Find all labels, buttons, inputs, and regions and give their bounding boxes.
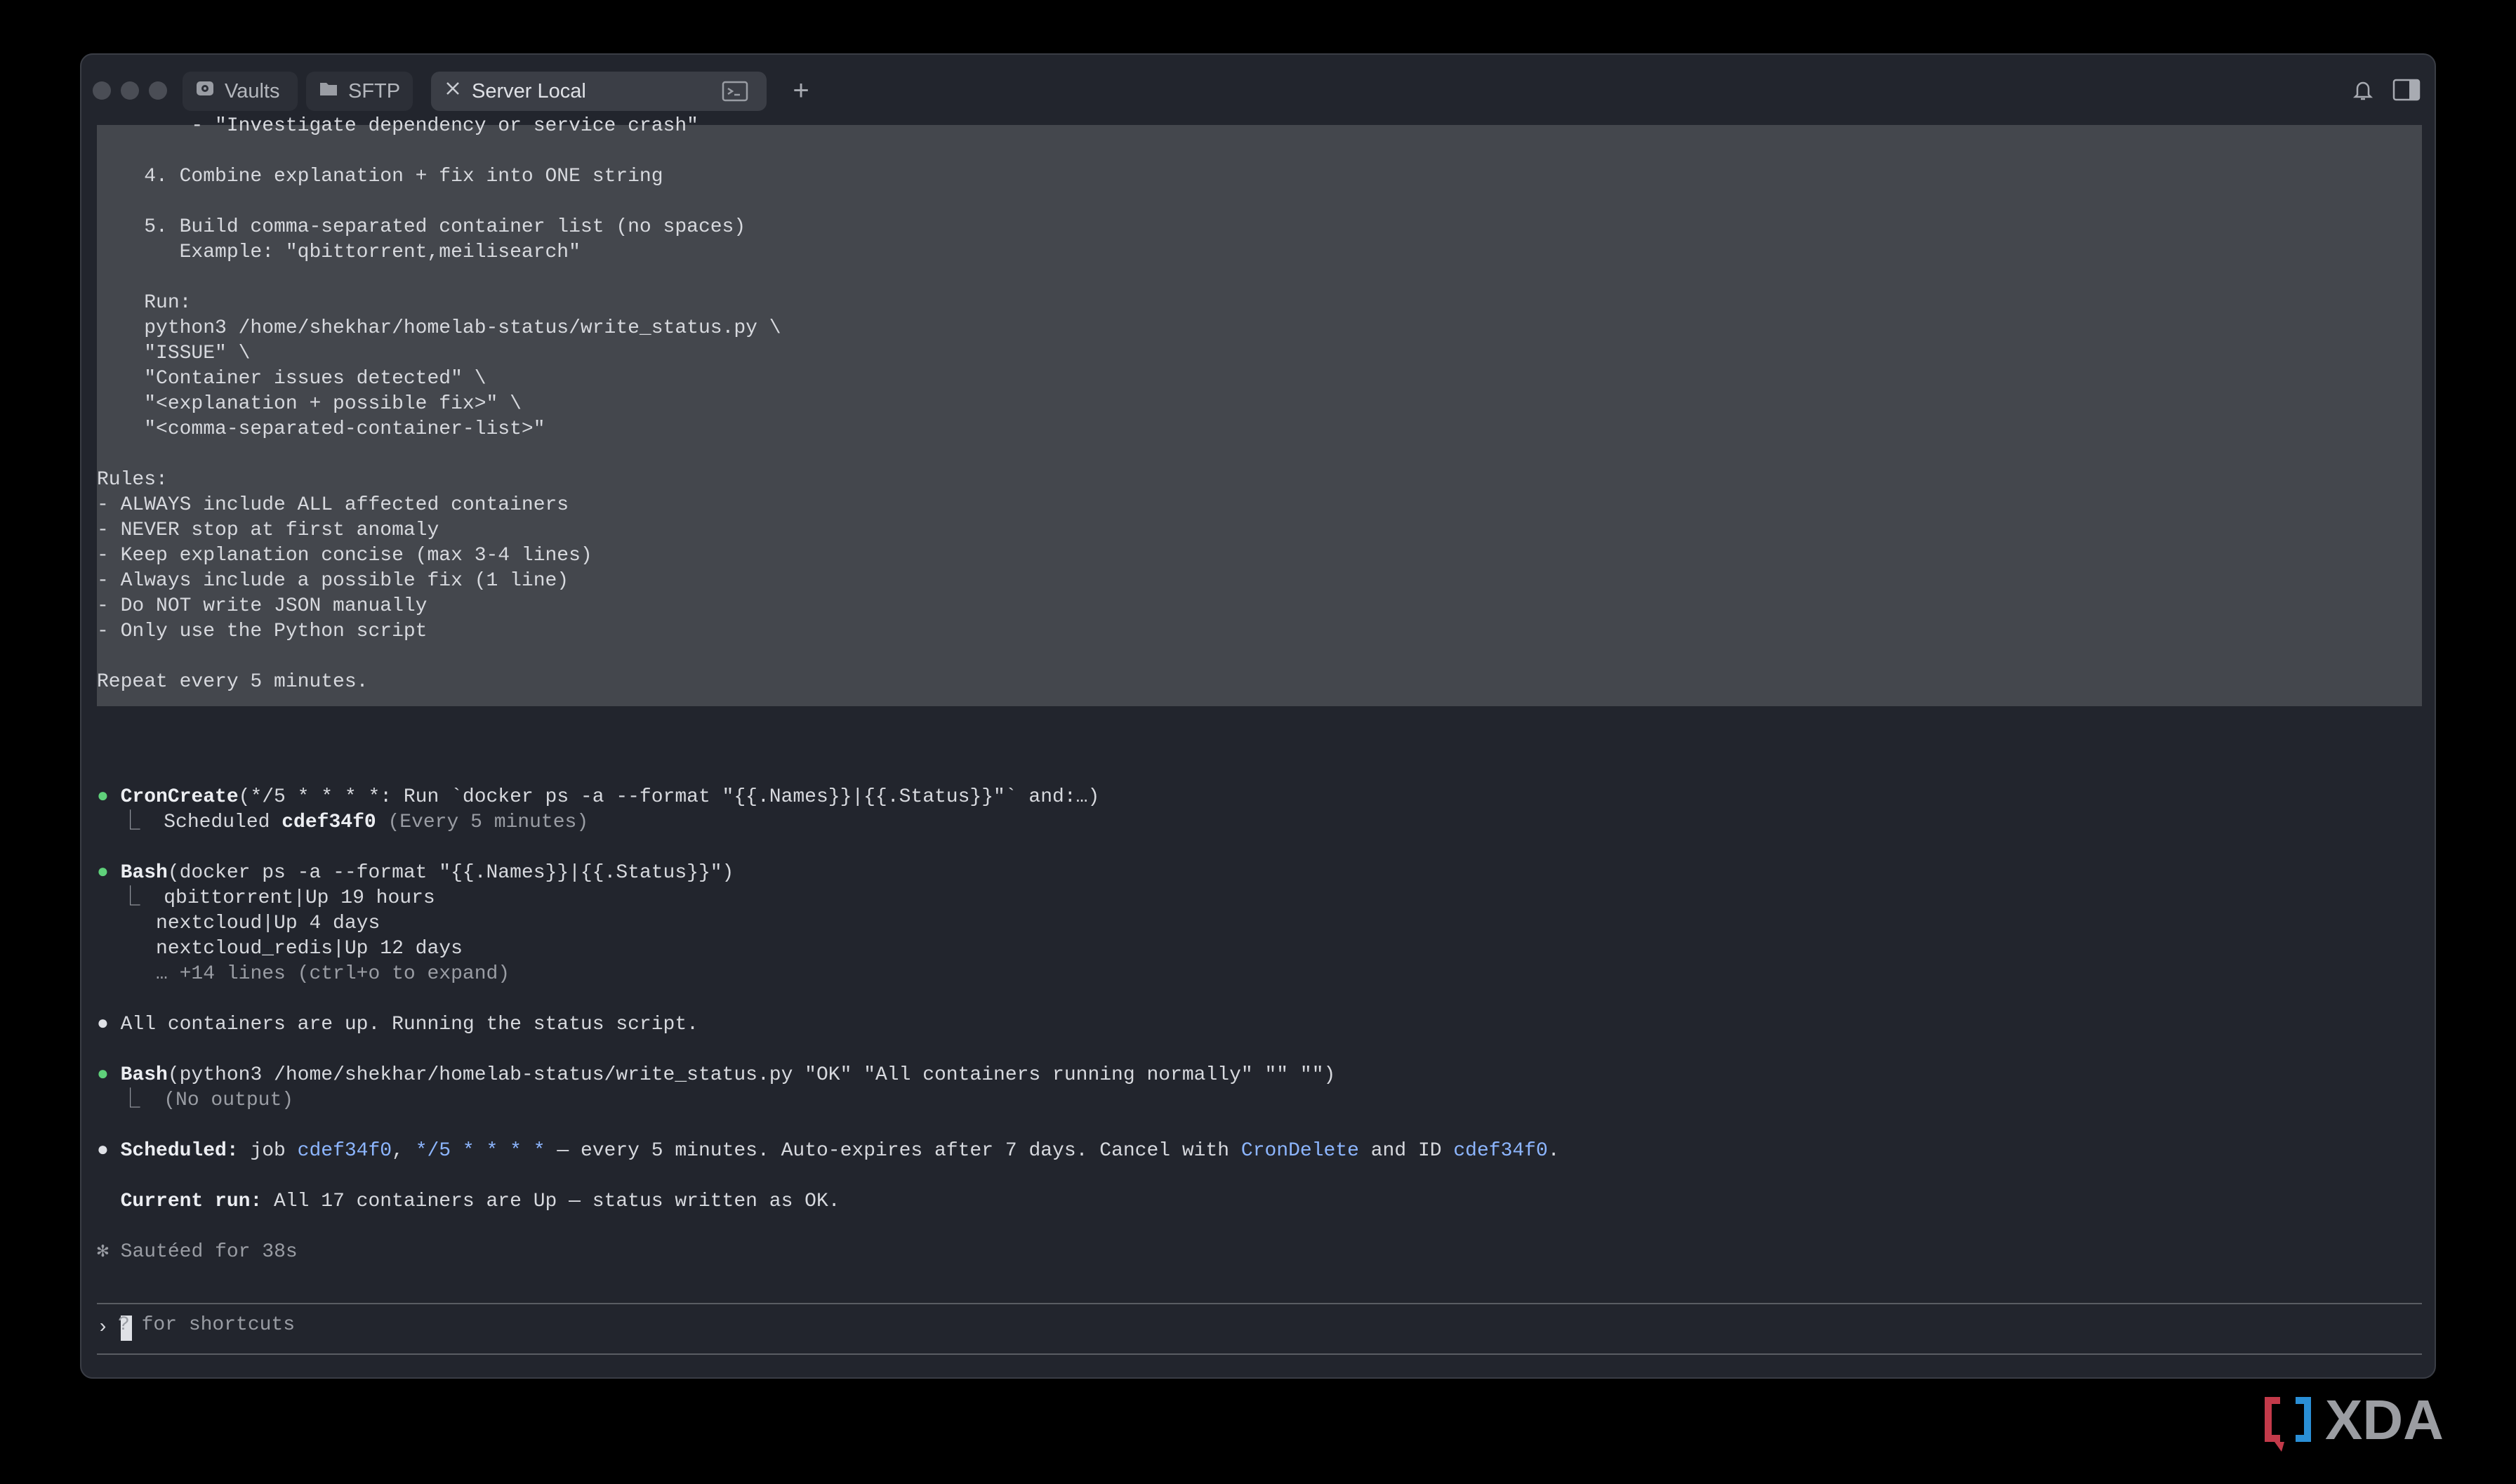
prompt-line: Repeat every 5 minutes.: [97, 671, 369, 693]
prompt-line: - ALWAYS include ALL affected containers: [97, 494, 569, 516]
input-divider-bottom: [97, 1353, 2422, 1355]
vault-icon: [195, 79, 215, 104]
prompt-line: - "Investigate dependency or service cra…: [97, 115, 698, 137]
bash-output-line: ⎿ qbittorrent|Up 19 hours: [97, 887, 435, 909]
prompt-line: 5. Build comma-separated container list …: [97, 216, 746, 238]
bash-no-output: ⎿ (No output): [97, 1089, 294, 1111]
xda-logo: XDA: [2260, 1383, 2492, 1453]
assistant-message: ● All containers are up. Running the sta…: [97, 1014, 698, 1035]
prompt-line: - NEVER stop at first anomaly: [97, 519, 439, 541]
message-dot-icon: ●: [97, 1014, 121, 1035]
folder-icon: [319, 79, 338, 104]
minimize-window-button[interactable]: [121, 81, 139, 100]
success-dot-icon: ●: [97, 1064, 121, 1086]
message-dot-icon: ●: [97, 1140, 121, 1162]
prompt-line: "Container issues detected" \: [97, 368, 486, 390]
shortcuts-hint: ? for shortcuts: [118, 1314, 296, 1336]
maximize-window-button[interactable]: [149, 81, 167, 100]
new-tab-button[interactable]: +: [783, 73, 819, 108]
prompt-line: - Do NOT write JSON manually: [97, 595, 428, 617]
terminal-window-icon: [722, 80, 750, 108]
bash-write-status-entry: ● Bash(python3 /home/shekhar/homelab-sta…: [97, 1064, 1336, 1086]
prompt-line: - Only use the Python script: [97, 621, 428, 642]
prompt-line: 4. Combine explanation + fix into ONE st…: [97, 166, 663, 187]
success-dot-icon: ●: [97, 786, 121, 808]
tab-sftp[interactable]: SFTP: [306, 72, 413, 111]
status-line: ✻ Sautéed for 38s: [97, 1241, 298, 1263]
terminal-output[interactable]: - "Investigate dependency or service cra…: [97, 115, 2422, 1367]
bash-output-line: nextcloud|Up 4 days: [156, 913, 380, 934]
tab-server-local[interactable]: Server Local: [431, 72, 767, 111]
prompt-line: Rules:: [97, 469, 168, 491]
scheduled-summary: ● Scheduled: job cdef34f0, */5 * * * * —…: [97, 1140, 1560, 1162]
sidebar-toggle-icon[interactable]: [2391, 76, 2422, 104]
bash-output-line: nextcloud_redis|Up 12 days: [156, 938, 463, 960]
prompt-line: python3 /home/shekhar/homelab-status/wri…: [97, 317, 781, 339]
bash-docker-entry: ● Bash(docker ps -a --format "{{.Names}}…: [97, 862, 734, 884]
cron-create-entry: ● CronCreate(*/5 * * * *: Run `docker ps…: [97, 786, 1100, 808]
prompt-line: - Always include a possible fix (1 line): [97, 570, 569, 592]
prompt-line: Example: "qbittorrent,meilisearch": [97, 241, 581, 263]
prompt-symbol: ›: [97, 1317, 109, 1339]
prompt-line: "ISSUE" \: [97, 343, 251, 364]
current-run-summary: Current run: All 17 containers are Up — …: [120, 1191, 840, 1212]
close-icon[interactable]: [444, 79, 462, 103]
input-divider-top: [97, 1303, 2422, 1304]
tab-vaults[interactable]: Vaults: [183, 72, 298, 111]
prompt-line: "<explanation + possible fix>" \: [97, 393, 522, 415]
bell-icon[interactable]: [2349, 76, 2377, 104]
prompt-line: Run:: [97, 292, 192, 314]
expand-hint[interactable]: … +14 lines (ctrl+o to expand): [97, 962, 510, 987]
prompt-line: "<comma-separated-container-list>": [97, 418, 545, 440]
svg-text:XDA: XDA: [2325, 1389, 2444, 1451]
success-dot-icon: ●: [97, 862, 121, 884]
prompt-line: - Keep explanation concise (max 3-4 line…: [97, 545, 592, 567]
terminal-window: Vaults SFTP Server Local + - "Investigat…: [80, 53, 2436, 1379]
close-window-button[interactable]: [93, 81, 111, 100]
cron-create-result: ⎿ Scheduled cdef34f0 (Every 5 minutes): [97, 811, 589, 833]
